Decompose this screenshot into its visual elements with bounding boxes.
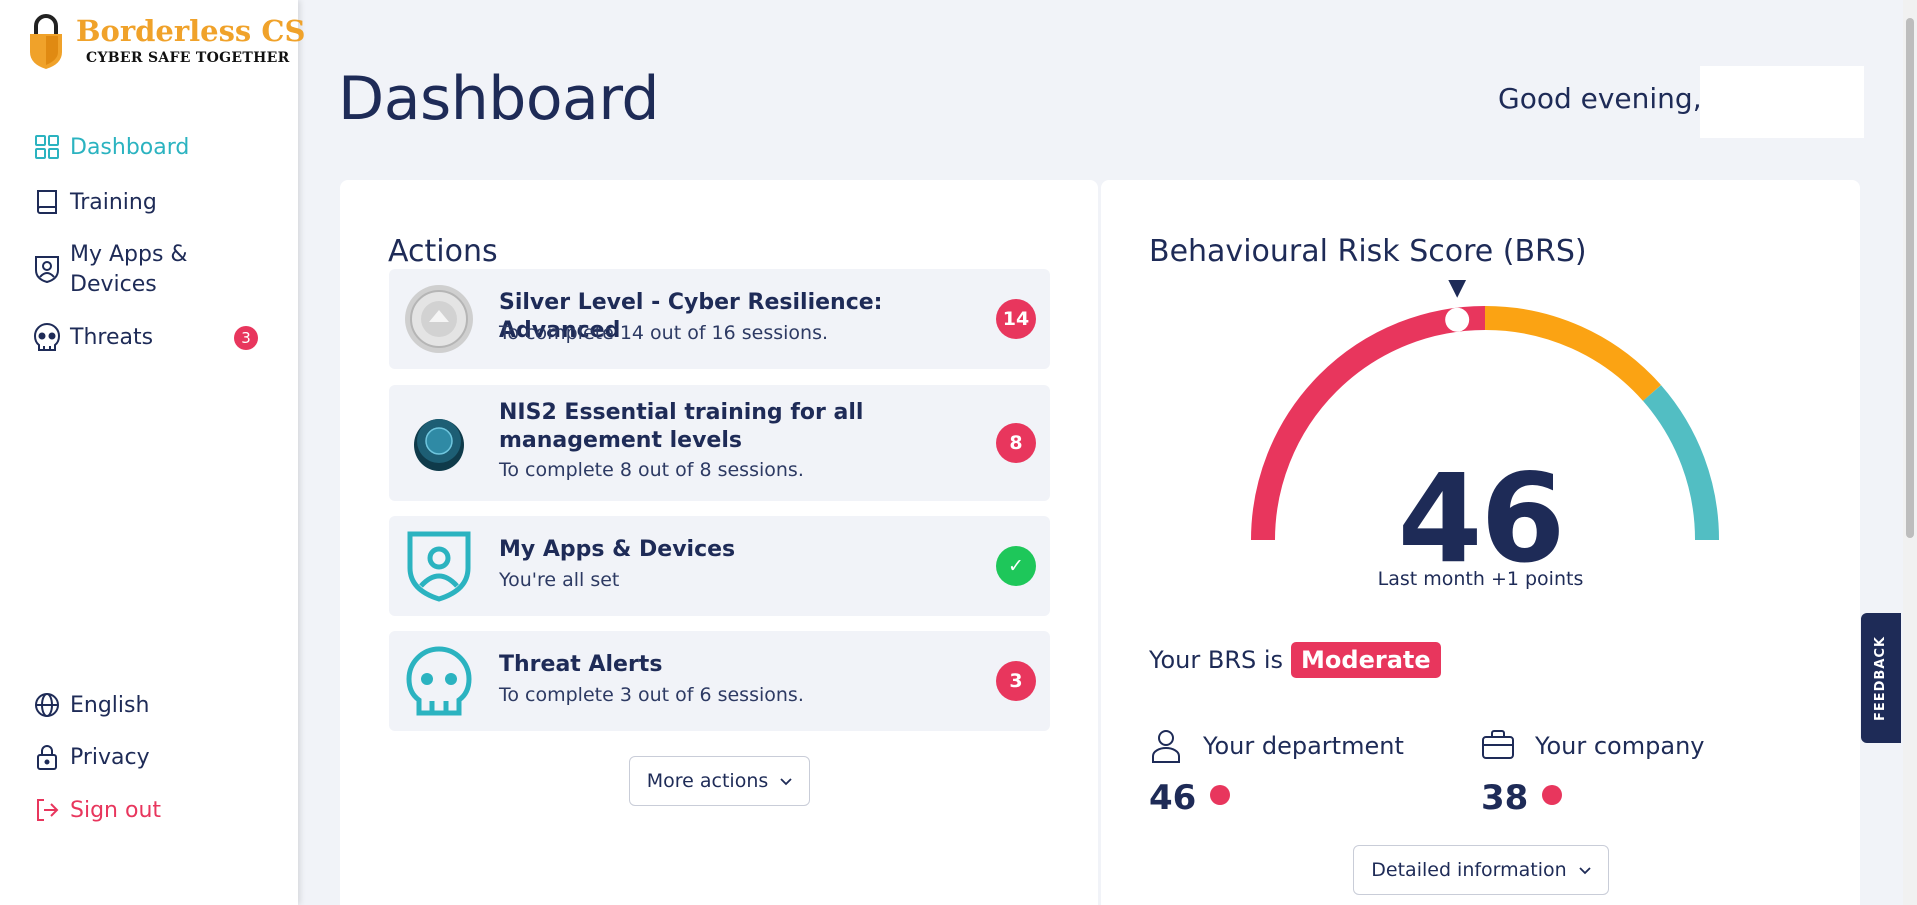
silver-medal-icon: [403, 283, 475, 355]
briefcase-icon: [1481, 728, 1515, 764]
language-selector[interactable]: English: [32, 690, 149, 720]
department-label-text: Your department: [1203, 732, 1404, 760]
company-value: 38: [1481, 778, 1529, 818]
privacy-link[interactable]: Privacy: [32, 742, 150, 772]
feedback-tab[interactable]: FEEDBACK: [1861, 613, 1901, 743]
actions-title: Actions: [388, 234, 498, 269]
complete-check-icon: ✓: [996, 546, 1036, 586]
brand-logo[interactable]: Borderless CS CYBER SAFE TOGETHER: [26, 10, 305, 72]
brs-status: Your BRS is Moderate: [1149, 642, 1441, 678]
page-title: Dashboard: [338, 64, 660, 134]
company-label: Your company: [1481, 728, 1704, 764]
brs-status-prefix: Your BRS is: [1149, 646, 1284, 674]
sidebar-item-label: My Apps &: [70, 242, 188, 267]
action-title: Threat Alerts: [499, 652, 663, 677]
padlock-logo-icon: [30, 14, 62, 69]
sidebar-item-apps-devices[interactable]: My Apps & Devices: [32, 240, 188, 300]
sidebar-item-training[interactable]: Training: [32, 187, 157, 217]
department-score: 46: [1149, 778, 1231, 818]
detailed-information-button[interactable]: Detailed information: [1353, 845, 1609, 895]
company-label-text: Your company: [1535, 732, 1705, 760]
skull-icon: [32, 322, 62, 352]
sign-out-icon: [32, 795, 62, 825]
brs-title: Behavioural Risk Score (BRS): [1149, 234, 1587, 269]
sidebar-item-dashboard[interactable]: Dashboard: [32, 132, 189, 162]
gauge-pointer-icon: [1448, 280, 1467, 298]
nis2-badge-icon: [403, 407, 475, 479]
skull-icon: [403, 645, 475, 717]
greeting: Good evening,: [1498, 82, 1702, 115]
action-item[interactable]: Threat Alerts To complete 3 out of 6 ses…: [389, 631, 1050, 731]
sign-out-label: Sign out: [70, 797, 162, 823]
brs-card: Behavioural Risk Score (BRS) 46 Last mon…: [1101, 180, 1860, 905]
action-count-badge: 3: [996, 661, 1036, 701]
scrollbar-thumb[interactable]: [1906, 18, 1914, 538]
brand-tagline: CYBER SAFE TOGETHER: [86, 50, 290, 66]
person-icon: [1149, 728, 1183, 764]
action-subtitle: To complete 14 out of 16 sessions.: [499, 322, 829, 344]
brs-last-month: Last month +1 points: [1377, 568, 1584, 590]
grid-icon: [32, 132, 62, 162]
sidebar: Borderless CS CYBER SAFE TOGETHER Dashbo…: [0, 0, 305, 905]
shield-user-icon: [403, 530, 475, 602]
more-actions-label: More actions: [646, 770, 769, 792]
threats-count-badge: 3: [234, 326, 258, 350]
language-label: English: [70, 692, 150, 718]
brs-status-badge: Moderate: [1291, 642, 1441, 678]
detailed-information-label: Detailed information: [1371, 859, 1567, 881]
action-count-badge: 14: [996, 299, 1036, 339]
status-dot: [1210, 785, 1231, 805]
action-item[interactable]: My Apps & Devices You're all set ✓: [389, 516, 1050, 616]
sidebar-item-label: Dashboard: [70, 134, 190, 160]
shield-user-icon: [32, 254, 62, 284]
action-item[interactable]: Silver Level - Cyber Resilience: Advance…: [389, 269, 1050, 369]
sidebar-item-threats[interactable]: Threats: [32, 322, 153, 352]
sign-out-link[interactable]: Sign out: [32, 795, 161, 825]
privacy-label: Privacy: [70, 744, 150, 770]
feedback-label: FEEDBACK: [1873, 635, 1889, 721]
actions-card: Actions Silver Level - Cyber Resilience:…: [340, 180, 1098, 905]
globe-icon: [32, 690, 62, 720]
action-subtitle: To complete 3 out of 6 sessions.: [499, 684, 804, 706]
action-item[interactable]: NIS2 Essential training for all manageme…: [389, 385, 1050, 501]
brand-name: Borderless CS: [76, 14, 306, 48]
company-score: 38: [1481, 778, 1563, 818]
lock-icon: [32, 742, 62, 772]
sidebar-item-label-line2: Devices: [70, 272, 157, 297]
more-actions-button[interactable]: More actions: [629, 756, 810, 806]
sidebar-item-label: Training: [70, 189, 157, 215]
action-subtitle: You're all set: [499, 569, 620, 591]
action-title: NIS2 Essential training for all manageme…: [499, 400, 864, 453]
department-value: 46: [1149, 778, 1197, 818]
action-title: My Apps & Devices: [499, 537, 736, 562]
chevron-down-icon: [780, 778, 792, 786]
department-label: Your department: [1149, 728, 1404, 764]
status-dot: [1542, 785, 1563, 805]
scrollbar[interactable]: [1903, 0, 1917, 905]
gauge-indicator-knob: [1445, 307, 1470, 332]
book-icon: [32, 187, 62, 217]
user-name-redacted: [1700, 66, 1864, 138]
chevron-down-icon: [1579, 867, 1591, 875]
sidebar-item-label: Threats: [70, 324, 154, 350]
action-subtitle: To complete 8 out of 8 sessions.: [499, 459, 804, 481]
action-count-badge: 8: [996, 423, 1036, 463]
gauge-medium-segment: [1484, 305, 1661, 402]
